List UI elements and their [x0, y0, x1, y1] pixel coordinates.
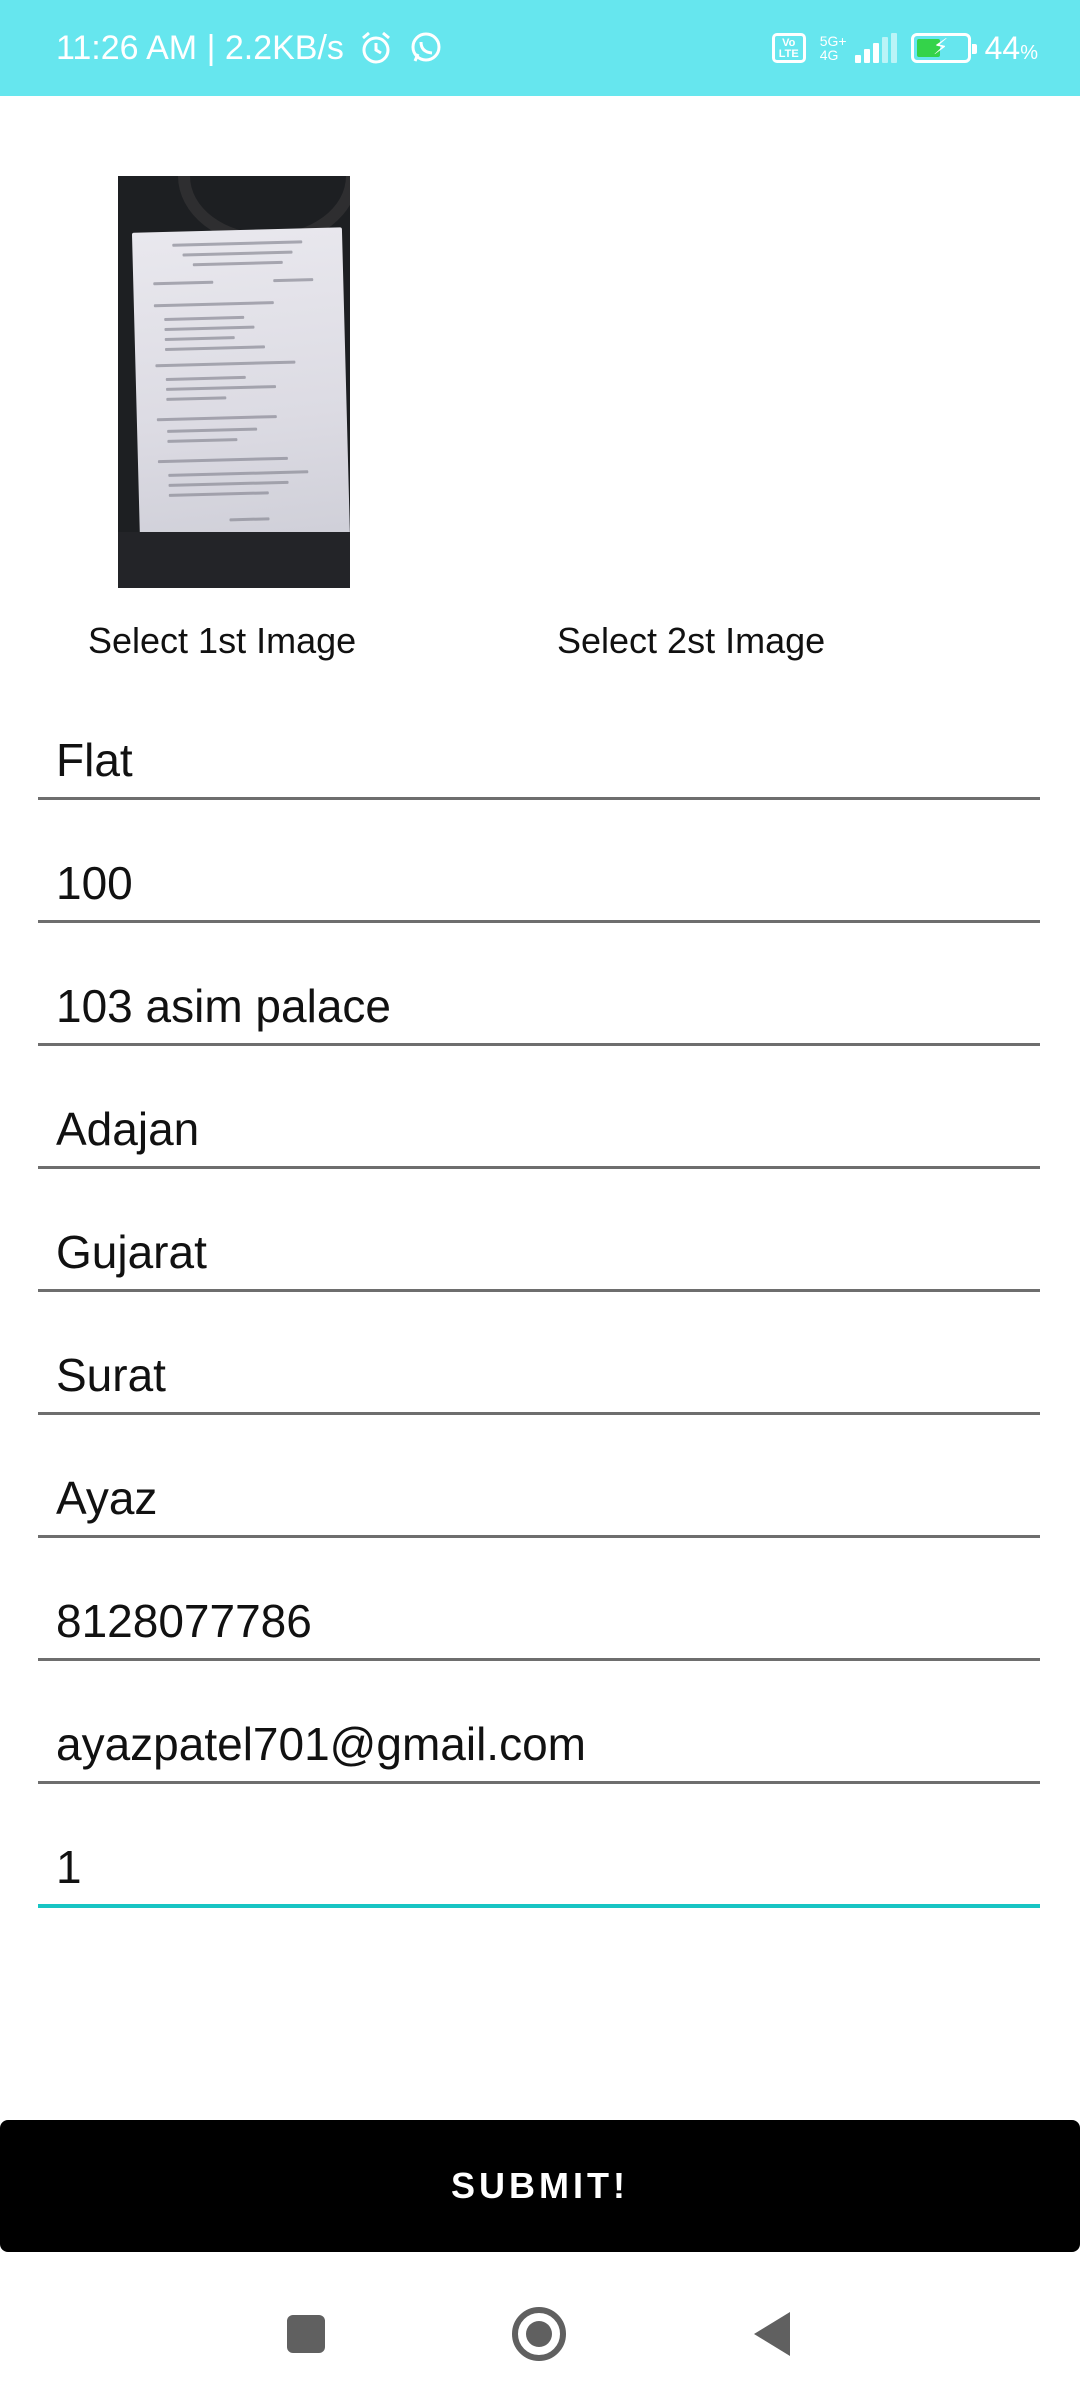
alarm-clock-icon	[358, 30, 394, 66]
quantity-field[interactable]	[38, 1828, 1040, 1908]
quantity-input[interactable]	[56, 1840, 1016, 1894]
status-right: Vo LTE 5G+ 4G ⚡ 44%	[771, 30, 1038, 67]
status-bar: 11:26 AM | 2.2KB/s Vo LTE 5G+ 4G ⚡ 44%	[0, 0, 1080, 96]
battery-percent: 44%	[985, 30, 1038, 67]
thumbnail-floor	[118, 532, 350, 588]
select-first-image-button[interactable]: Select 1st Image	[88, 620, 356, 662]
status-time-speed: 11:26 AM | 2.2KB/s	[56, 28, 344, 67]
document-photo	[131, 227, 350, 545]
area-input[interactable]	[56, 856, 1016, 910]
whatsapp-icon	[408, 30, 444, 66]
select-second-image-button[interactable]: Select 2st Image	[557, 620, 825, 662]
circle-icon	[512, 2307, 566, 2361]
city-input[interactable]	[56, 1348, 1016, 1402]
charging-bolt-icon: ⚡	[932, 34, 949, 59]
address-input[interactable]	[56, 979, 1016, 1033]
submit-button[interactable]: SUBMIT!	[0, 2120, 1080, 2252]
home-button[interactable]	[511, 2306, 567, 2362]
state-input[interactable]	[56, 1225, 1016, 1279]
network-bottom-label: 4G	[819, 47, 839, 63]
name-field[interactable]	[38, 1458, 1040, 1538]
phone-input[interactable]	[56, 1594, 1016, 1648]
network-type: 5G+ 4G	[820, 34, 847, 62]
city-field[interactable]	[38, 1335, 1040, 1415]
network-top-label: 5G+	[819, 33, 847, 49]
property-type-field[interactable]	[38, 720, 1040, 800]
name-input[interactable]	[56, 1471, 1016, 1525]
status-left: 11:26 AM | 2.2KB/s	[56, 29, 444, 68]
area-field[interactable]	[38, 843, 1040, 923]
email-field[interactable]	[38, 1704, 1040, 1784]
back-button[interactable]	[750, 2310, 794, 2358]
battery-icon: ⚡	[910, 33, 977, 63]
triangle-back-icon	[754, 2312, 790, 2356]
phone-field[interactable]	[38, 1581, 1040, 1661]
battery-percent-unit: %	[1020, 41, 1038, 64]
state-field[interactable]	[38, 1212, 1040, 1292]
property-type-input[interactable]	[56, 733, 1016, 787]
battery-percent-value: 44	[984, 29, 1021, 66]
volte-icon: Vo LTE	[771, 33, 806, 63]
signal-icon	[854, 33, 897, 63]
recent-apps-button[interactable]	[286, 2314, 326, 2354]
locality-input[interactable]	[56, 1102, 1016, 1156]
first-image-thumbnail[interactable]	[118, 176, 350, 588]
square-icon	[287, 2315, 325, 2353]
address-field[interactable]	[38, 966, 1040, 1046]
locality-field[interactable]	[38, 1089, 1040, 1169]
email-input[interactable]	[56, 1717, 1016, 1771]
